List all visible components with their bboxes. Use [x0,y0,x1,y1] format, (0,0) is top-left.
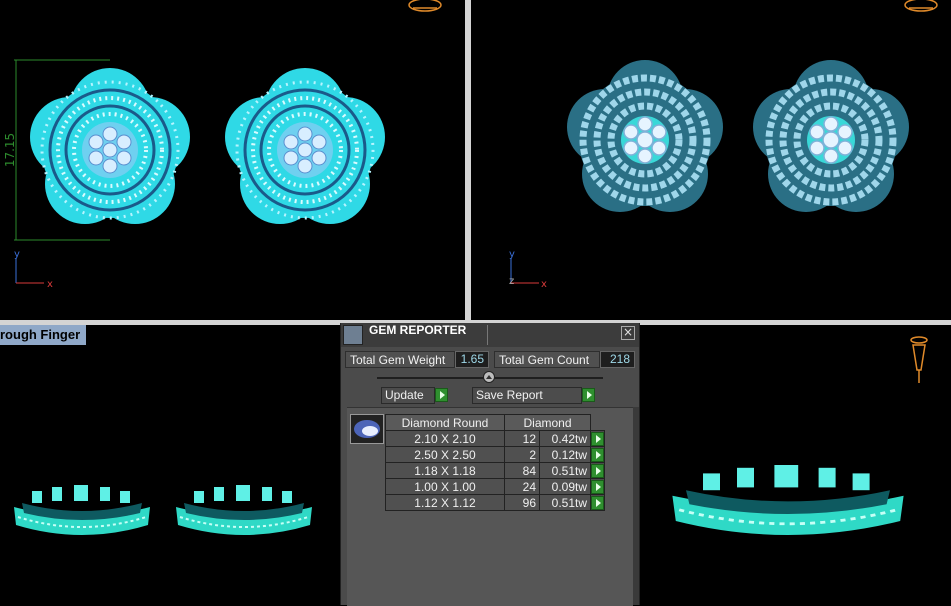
gem-list-scrollbar[interactable] [633,407,639,605]
diamond-round-thumbnail[interactable] [350,414,384,444]
row-go-icon[interactable] [591,479,604,494]
row-go-cell[interactable] [590,462,605,479]
row-go-icon[interactable] [591,463,604,478]
view-cube-icon[interactable] [408,0,442,12]
gem-count-cell: 84 [504,462,540,479]
row-go-cell[interactable] [590,446,605,463]
svg-text:y: y [509,249,515,260]
gem-reporter-panel[interactable]: GEM REPORTER × Total Gem Weight 1.65 Tot… [340,323,640,606]
svg-text:x: x [541,279,547,290]
total-gem-count-value: 218 [600,351,635,368]
earring-right-render[interactable] [753,60,909,212]
camera-icon[interactable] [910,336,928,383]
gem-reporter-logo-icon [343,325,363,345]
row-go-icon[interactable] [591,431,604,446]
svg-text:z: z [509,276,514,287]
earring-right-top-view[interactable] [223,66,387,226]
table-header-material: Diamond [504,414,591,431]
table-row[interactable]: 2.10 X 2.10 12 0.42tw [385,430,605,447]
viewport-bottom-right[interactable] [638,325,951,605]
collapse-arrow-icon[interactable] [483,371,495,383]
table-row[interactable]: 1.12 X 1.12 96 0.51tw [385,494,605,511]
axis-gizmo: y x z [509,249,547,290]
gem-count-cell: 96 [504,494,540,511]
table-row[interactable]: 1.00 X 1.00 24 0.09tw [385,478,605,495]
gem-size-cell: 1.00 X 1.00 [385,478,505,495]
gem-count-cell: 12 [504,430,540,447]
update-go-icon[interactable] [435,388,448,402]
update-button[interactable]: Update [381,387,435,404]
row-go-cell[interactable] [590,494,605,511]
table-row[interactable]: 2.50 X 2.50 2 0.12tw [385,446,605,463]
gem-count-cell: 2 [504,446,540,463]
earring-left-side-view[interactable] [13,484,151,536]
gem-size-cell: 1.18 X 1.18 [385,462,505,479]
title-separator [487,325,488,345]
gem-weight-cell: 0.51tw [539,462,591,479]
dimension-label: 17.15 [3,133,17,167]
gem-size-cell: 2.10 X 2.10 [385,430,505,447]
gem-reporter-title: GEM REPORTER [369,323,467,337]
gem-reporter-titlebar[interactable]: GEM REPORTER × [341,323,639,347]
viewport-bottom-left[interactable]: rough Finger [0,325,340,605]
svg-text:x: x [47,279,53,290]
save-report-go-icon[interactable] [582,388,595,402]
gem-size-cell: 1.12 X 1.12 [385,494,505,511]
earring-left-top-view[interactable] [28,66,192,226]
close-icon[interactable]: × [621,326,635,340]
view-cube-icon[interactable] [904,0,938,12]
row-go-cell[interactable] [590,430,605,447]
viewport-top-left[interactable]: 17.15 y x [0,0,465,320]
total-gem-count-label: Total Gem Count [494,351,600,368]
gem-size-cell: 2.50 X 2.50 [385,446,505,463]
viewport-label[interactable]: rough Finger [0,325,87,345]
gem-weight-cell: 0.51tw [539,494,591,511]
earring-right-side-view[interactable] [175,484,313,536]
gem-weight-cell: 0.42tw [539,430,591,447]
gem-weight-cell: 0.12tw [539,446,591,463]
table-header-shape: Diamond Round [385,414,505,431]
earring-left-render[interactable] [567,60,723,212]
row-go-cell[interactable] [590,478,605,495]
axis-gizmo: y x [14,249,53,290]
row-go-icon[interactable] [591,495,604,510]
viewport-top-right[interactable]: y x z [471,0,951,320]
save-report-button[interactable]: Save Report [472,387,582,404]
earring-perspective-view[interactable] [672,465,904,535]
row-go-icon[interactable] [591,447,604,462]
gem-weight-cell: 0.09tw [539,478,591,495]
gem-table: Diamond Round Diamond 2.10 X 2.10 12 0.42t… [385,414,605,511]
gem-list[interactable]: Diamond Round Diamond 2.10 X 2.10 12 0.42t… [347,407,633,606]
svg-text:y: y [14,249,20,260]
total-gem-weight-label: Total Gem Weight [345,351,455,368]
table-row[interactable]: 1.18 X 1.18 84 0.51tw [385,462,605,479]
total-gem-weight-value: 1.65 [455,351,489,368]
gem-count-cell: 24 [504,478,540,495]
